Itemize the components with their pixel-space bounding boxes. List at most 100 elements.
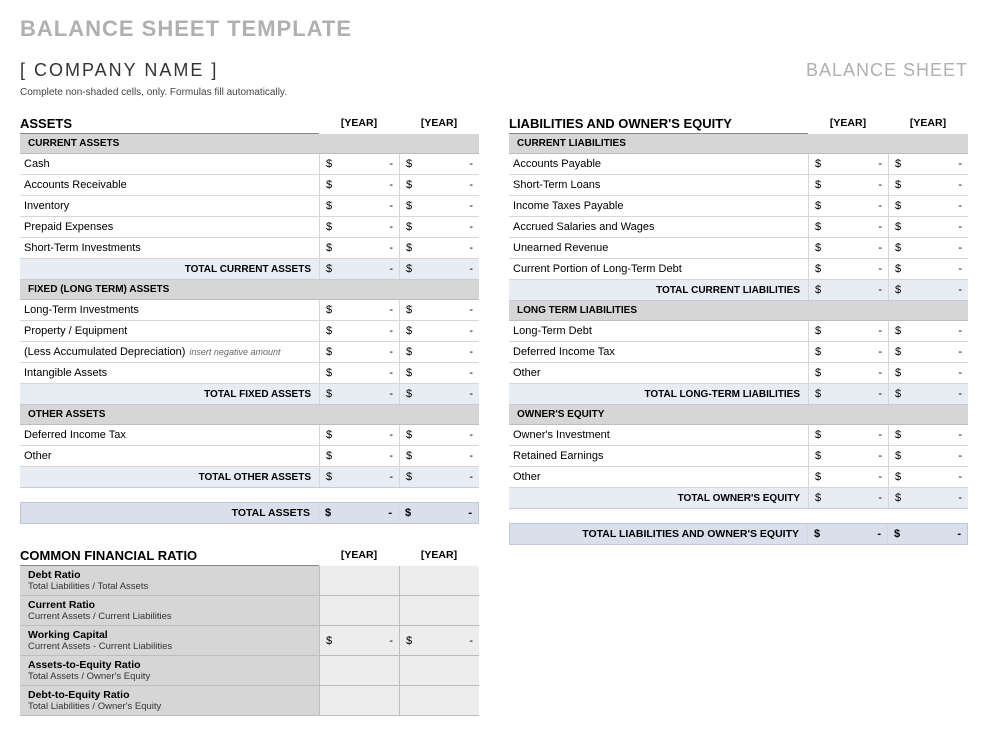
- value-cell-current-liab-y1-5[interactable]: $-: [808, 259, 888, 279]
- ratio-y1-0: [319, 566, 399, 595]
- value-cell-fixed-assets-y2-3[interactable]: $-: [399, 363, 479, 383]
- longterm-liab-row-1: Deferred Income Tax $-$-: [509, 342, 968, 363]
- value-cell-longterm-liab-y1-0[interactable]: $-: [808, 321, 888, 341]
- ratio-label-3: Assets-to-Equity Ratio Total Assets / Ow…: [20, 656, 319, 685]
- value-cell-fixed-assets-y2-2[interactable]: $-: [399, 342, 479, 362]
- subtotal-cell-longterm-liab-y2: $-: [888, 384, 968, 404]
- value-cell-fixed-assets-y1-0[interactable]: $-: [319, 300, 399, 320]
- other-assets-header: OTHER ASSETS: [20, 405, 479, 425]
- owners-equity-row-1: Retained Earnings $-$-: [509, 446, 968, 467]
- le-year1-header[interactable]: [YEAR]: [808, 112, 888, 134]
- le-year2-header[interactable]: [YEAR]: [888, 112, 968, 134]
- current-assets-subtotal-label: TOTAL CURRENT ASSETS: [20, 259, 319, 279]
- value-cell-owners-equity-y2-2[interactable]: $-: [888, 467, 968, 487]
- value-cell-current-liab-y2-0[interactable]: $-: [888, 154, 968, 174]
- value-cell-current-liab-y1-1[interactable]: $-: [808, 175, 888, 195]
- total-liab-equity-label: TOTAL LIABILITIES AND OWNER'S EQUITY: [510, 524, 807, 544]
- current-liab-row-0: Accounts Payable $-$-: [509, 154, 968, 175]
- value-cell-current-assets-y2-0[interactable]: $-: [399, 154, 479, 174]
- ratio-year1-header[interactable]: [YEAR]: [319, 544, 399, 566]
- value-cell-current-liab-y2-1[interactable]: $-: [888, 175, 968, 195]
- value-cell-current-assets-y1-4[interactable]: $-: [319, 238, 399, 258]
- current-assets-subtotal: TOTAL CURRENT ASSETS $-$-: [20, 259, 479, 280]
- value-cell-current-liab-y2-5[interactable]: $-: [888, 259, 968, 279]
- value-cell-owners-equity-y1-2[interactable]: $-: [808, 467, 888, 487]
- value-cell-current-liab-y1-4[interactable]: $-: [808, 238, 888, 258]
- owners-equity-row-2: Other $-$-: [509, 467, 968, 488]
- current-liab-row-3: Accrued Salaries and Wages $-$-: [509, 217, 968, 238]
- value-cell-current-assets-y2-3[interactable]: $-: [399, 217, 479, 237]
- ratio-y1-2: $-: [319, 626, 399, 655]
- ratio-y1-1: [319, 596, 399, 625]
- value-cell-owners-equity-y1-0[interactable]: $-: [808, 425, 888, 445]
- current-liab-row-4: Unearned Revenue $-$-: [509, 238, 968, 259]
- value-cell-other-assets-y2-0[interactable]: $-: [399, 425, 479, 445]
- subtotal-cell-other-assets-y2: $-: [399, 467, 479, 487]
- longterm-liab-row-2: Other $-$-: [509, 363, 968, 384]
- value-cell-current-assets-y1-2[interactable]: $-: [319, 196, 399, 216]
- other-assets-label-0: Deferred Income Tax: [20, 425, 319, 445]
- value-cell-owners-equity-y2-1[interactable]: $-: [888, 446, 968, 466]
- value-cell-fixed-assets-y1-2[interactable]: $-: [319, 342, 399, 362]
- ratio-label-0: Debt Ratio Total Liabilities / Total Ass…: [20, 566, 319, 595]
- current-liab-label-3: Accrued Salaries and Wages: [509, 217, 808, 237]
- current-assets-row-0: Cash $-$-: [20, 154, 479, 175]
- longterm-liab-label-0: Long-Term Debt: [509, 321, 808, 341]
- value-cell-fixed-assets-y1-3[interactable]: $-: [319, 363, 399, 383]
- longterm-liab-header: LONG TERM LIABILITIES: [509, 301, 968, 321]
- ratio-y2-3: [399, 656, 479, 685]
- value-cell-longterm-liab-y2-1[interactable]: $-: [888, 342, 968, 362]
- value-cell-current-assets-y2-4[interactable]: $-: [399, 238, 479, 258]
- value-cell-current-liab-y2-3[interactable]: $-: [888, 217, 968, 237]
- owners-equity-label-0: Owner's Investment: [509, 425, 808, 445]
- company-name[interactable]: [ COMPANY NAME ]: [20, 60, 218, 81]
- value-cell-fixed-assets-y2-0[interactable]: $-: [399, 300, 479, 320]
- ratio-year2-header[interactable]: [YEAR]: [399, 544, 479, 566]
- value-cell-owners-equity-y2-0[interactable]: $-: [888, 425, 968, 445]
- value-cell-longterm-liab-y2-2[interactable]: $-: [888, 363, 968, 383]
- value-cell-current-liab-y1-3[interactable]: $-: [808, 217, 888, 237]
- value-cell-other-assets-y1-1[interactable]: $-: [319, 446, 399, 466]
- value-cell-current-assets-y1-0[interactable]: $-: [319, 154, 399, 174]
- subtotal-cell-current-liab-y1: $-: [808, 280, 888, 300]
- owners-equity-label-1: Retained Earnings: [509, 446, 808, 466]
- value-cell-fixed-assets-y1-1[interactable]: $-: [319, 321, 399, 341]
- subtotal-cell-current-assets-y2: $-: [399, 259, 479, 279]
- other-assets-subtotal: TOTAL OTHER ASSETS $-$-: [20, 467, 479, 488]
- value-cell-current-assets-y1-3[interactable]: $-: [319, 217, 399, 237]
- value-cell-longterm-liab-y1-2[interactable]: $-: [808, 363, 888, 383]
- fixed-assets-row-2: (Less Accumulated Depreciation)insert ne…: [20, 342, 479, 363]
- total-assets-label: TOTAL ASSETS: [21, 503, 318, 523]
- value-cell-longterm-liab-y1-1[interactable]: $-: [808, 342, 888, 362]
- value-cell-current-liab-y2-2[interactable]: $-: [888, 196, 968, 216]
- total-liab-equity-row: TOTAL LIABILITIES AND OWNER'S EQUITY $- …: [509, 523, 968, 545]
- value-cell-owners-equity-y1-1[interactable]: $-: [808, 446, 888, 466]
- value-cell-longterm-liab-y2-0[interactable]: $-: [888, 321, 968, 341]
- ratio-y1-3: [319, 656, 399, 685]
- value-cell-current-liab-y1-0[interactable]: $-: [808, 154, 888, 174]
- value-cell-fixed-assets-y2-1[interactable]: $-: [399, 321, 479, 341]
- value-cell-other-assets-y2-1[interactable]: $-: [399, 446, 479, 466]
- value-cell-current-liab-y2-4[interactable]: $-: [888, 238, 968, 258]
- longterm-liab-row-0: Long-Term Debt $-$-: [509, 321, 968, 342]
- value-cell-current-assets-y2-1[interactable]: $-: [399, 175, 479, 195]
- fixed-assets-label-2: (Less Accumulated Depreciation)insert ne…: [20, 342, 319, 362]
- ratio-y2-0: [399, 566, 479, 595]
- value-cell-current-assets-y1-1[interactable]: $-: [319, 175, 399, 195]
- main-title: BALANCE SHEET TEMPLATE: [20, 16, 968, 42]
- value-cell-current-liab-y1-2[interactable]: $-: [808, 196, 888, 216]
- value-cell-other-assets-y1-0[interactable]: $-: [319, 425, 399, 445]
- current-liab-row-5: Current Portion of Long-Term Debt $-$-: [509, 259, 968, 280]
- value-cell-current-assets-y2-2[interactable]: $-: [399, 196, 479, 216]
- subtotal-cell-current-assets-y1: $-: [319, 259, 399, 279]
- subtotal-cell-fixed-assets-y2: $-: [399, 384, 479, 404]
- current-assets-label-4: Short-Term Investments: [20, 238, 319, 258]
- owners-equity-label-2: Other: [509, 467, 808, 487]
- current-liab-subtotal-label: TOTAL CURRENT LIABILITIES: [509, 280, 808, 300]
- year1-header[interactable]: [YEAR]: [319, 112, 399, 134]
- longterm-liab-label-1: Deferred Income Tax: [509, 342, 808, 362]
- ratio-label-1: Current Ratio Current Assets / Current L…: [20, 596, 319, 625]
- ratio-y1-4: [319, 686, 399, 715]
- year2-header[interactable]: [YEAR]: [399, 112, 479, 134]
- current-liab-label-0: Accounts Payable: [509, 154, 808, 174]
